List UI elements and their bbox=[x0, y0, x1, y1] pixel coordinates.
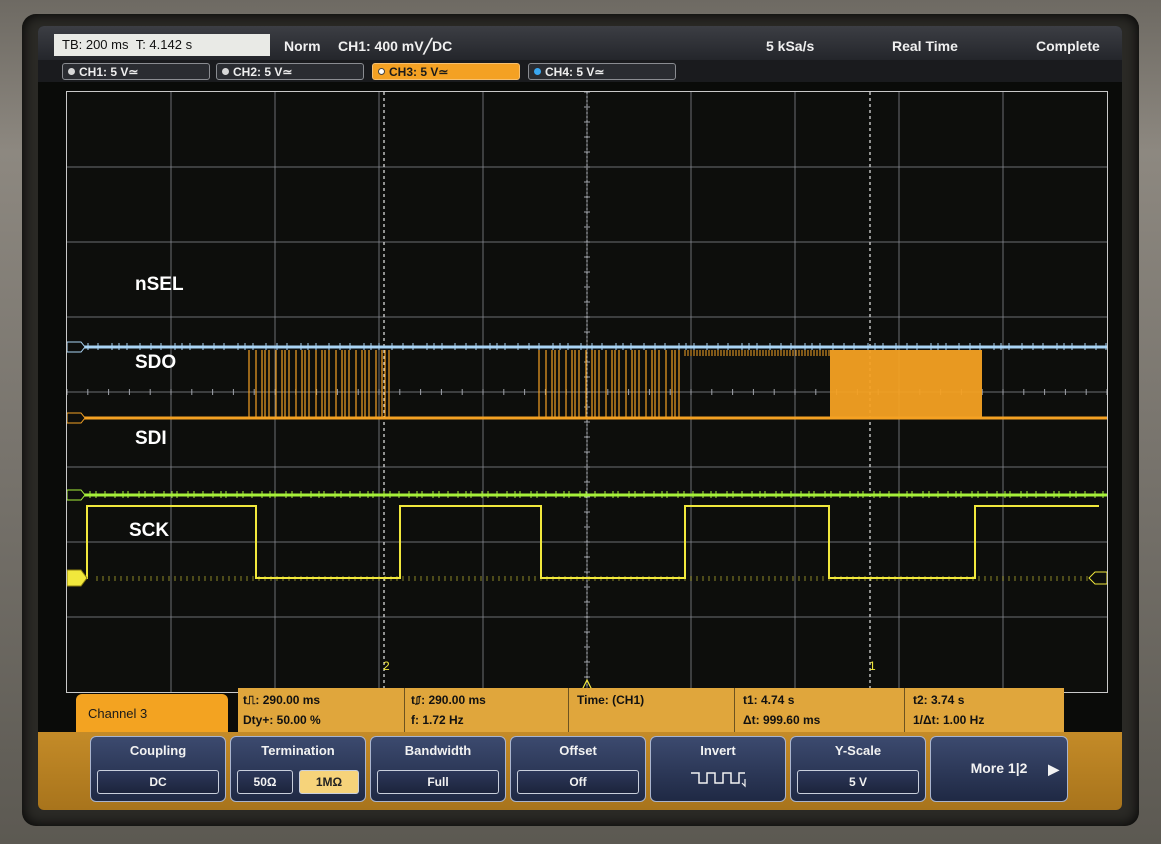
tab-ch1[interactable]: CH1: 5 V≃ bbox=[62, 63, 210, 80]
arrow-right-icon: ▶ bbox=[1048, 761, 1059, 777]
trigger-source[interactable]: CH1: 400 mV╱DC bbox=[338, 38, 452, 54]
trigger-mode[interactable]: Norm bbox=[284, 38, 321, 54]
tab-ch2[interactable]: CH2: 5 V≃ bbox=[216, 63, 364, 80]
neg-pulse-width: t⎎: 290.00 ms bbox=[411, 693, 486, 707]
ch2-level-marker-icon bbox=[67, 489, 86, 501]
coupling-value[interactable]: DC bbox=[97, 770, 219, 794]
coupling-button[interactable]: Coupling DC bbox=[90, 736, 226, 802]
ch1-indicator-icon bbox=[68, 68, 75, 75]
termination-50-ohm[interactable]: 50Ω bbox=[237, 770, 293, 794]
tab-ch1-label: CH1: 5 V≃ bbox=[79, 65, 139, 79]
termination-button[interactable]: Termination 50Ω 1MΩ bbox=[230, 736, 366, 802]
frequency: f: 1.72 Hz bbox=[411, 713, 464, 727]
trace-label-sck: SCK bbox=[129, 520, 170, 541]
trigger-level-marker-icon bbox=[1088, 571, 1107, 585]
ch3-level-marker-icon bbox=[67, 412, 86, 424]
channel-panel-label: Channel 3 bbox=[88, 706, 148, 721]
more-button[interactable]: More 1|2 ▶ bbox=[930, 736, 1068, 802]
ch2-indicator-icon bbox=[222, 68, 229, 75]
yscale-button[interactable]: Y-Scale 5 V bbox=[790, 736, 926, 802]
time-source: Time: (CH1) bbox=[577, 693, 645, 707]
ch4-indicator-icon bbox=[534, 68, 541, 75]
trace-sdo-dense-block bbox=[830, 350, 982, 418]
measurement-divider bbox=[568, 688, 569, 732]
cursor-t2: t2: 3.74 s bbox=[913, 693, 965, 707]
ch3-indicator-icon bbox=[378, 68, 385, 75]
measurement-divider bbox=[404, 688, 405, 732]
timebase-value: TB: 200 ms bbox=[62, 37, 129, 52]
softkey-menu: Coupling DC Termination 50Ω 1MΩ Bandwidt… bbox=[38, 732, 1122, 810]
timebase-box[interactable]: TB: 200 ms T: 4.142 s bbox=[54, 34, 270, 56]
pos-pulse-width: t⎍: 290.00 ms bbox=[243, 693, 321, 707]
bandwidth-button[interactable]: Bandwidth Full bbox=[370, 736, 506, 802]
tab-ch3[interactable]: CH3: 5 V≃ bbox=[372, 63, 520, 80]
yscale-title: Y-Scale bbox=[834, 743, 882, 758]
tab-ch4[interactable]: CH4: 5 V≃ bbox=[528, 63, 676, 80]
trigger-time-value: T: 4.142 s bbox=[135, 37, 193, 52]
invert-button[interactable]: Invert bbox=[650, 736, 786, 802]
acquisition-state: Complete bbox=[1036, 38, 1100, 54]
termination-title: Termination bbox=[261, 743, 335, 758]
cursor-marker-right[interactable]: 1 bbox=[869, 659, 876, 673]
waveform-graph: 2 1 bbox=[67, 92, 1107, 692]
duty-cycle: Dty+: 50.00 % bbox=[243, 713, 321, 727]
tab-ch4-label: CH4: 5 V≃ bbox=[545, 65, 605, 79]
invert-title: Invert bbox=[700, 743, 736, 758]
tab-ch2-label: CH2: 5 V≃ bbox=[233, 65, 293, 79]
cursor-t1: t1: 4.74 s bbox=[743, 693, 795, 707]
cursor-marker-left[interactable]: 2 bbox=[383, 659, 390, 673]
more-title: More 1|2 bbox=[970, 760, 1028, 776]
ch4-level-marker-icon bbox=[67, 569, 88, 587]
trace-label-nsel: nSEL bbox=[135, 274, 184, 295]
status-bar: TB: 200 ms T: 4.142 s Norm CH1: 400 mV╱D… bbox=[38, 26, 1122, 60]
acquisition-mode: Real Time bbox=[892, 38, 958, 54]
invert-waveform-icon bbox=[691, 772, 746, 788]
tab-ch3-label: CH3: 5 V≃ bbox=[389, 65, 449, 79]
cursor-delta-t: Δt: 999.60 ms bbox=[743, 713, 821, 727]
coupling-title: Coupling bbox=[129, 743, 187, 758]
channel-panel-title[interactable]: Channel 3 bbox=[76, 694, 228, 734]
offset-title: Offset bbox=[559, 743, 597, 758]
ch1-level-marker-icon bbox=[67, 341, 86, 353]
trace-label-sdo: SDO bbox=[135, 352, 177, 373]
measurement-divider bbox=[734, 688, 735, 732]
measurement-divider bbox=[904, 688, 905, 732]
offset-button[interactable]: Offset Off bbox=[510, 736, 646, 802]
measurement-panel: t⎍: 290.00 ms Dty+: 50.00 % t⎎: 290.00 m… bbox=[238, 688, 1064, 732]
bandwidth-title: Bandwidth bbox=[404, 743, 472, 758]
waveform-display[interactable]: 2 1 nSEL SDO SDI SCK bbox=[66, 91, 1108, 693]
oscilloscope-screen: TB: 200 ms T: 4.142 s Norm CH1: 400 mV╱D… bbox=[38, 26, 1122, 810]
termination-1m-ohm[interactable]: 1MΩ bbox=[299, 770, 359, 794]
trace-label-sdi: SDI bbox=[135, 428, 167, 449]
channel-tabs: CH1: 5 V≃ CH2: 5 V≃ CH3: 5 V≃ CH4: 5 V≃ bbox=[38, 60, 1122, 82]
offset-value[interactable]: Off bbox=[517, 770, 639, 794]
yscale-value[interactable]: 5 V bbox=[797, 770, 919, 794]
cursor-inv-delta-t: 1/Δt: 1.00 Hz bbox=[913, 713, 985, 727]
sample-rate: 5 kSa/s bbox=[766, 38, 815, 54]
bandwidth-value[interactable]: Full bbox=[377, 770, 499, 794]
